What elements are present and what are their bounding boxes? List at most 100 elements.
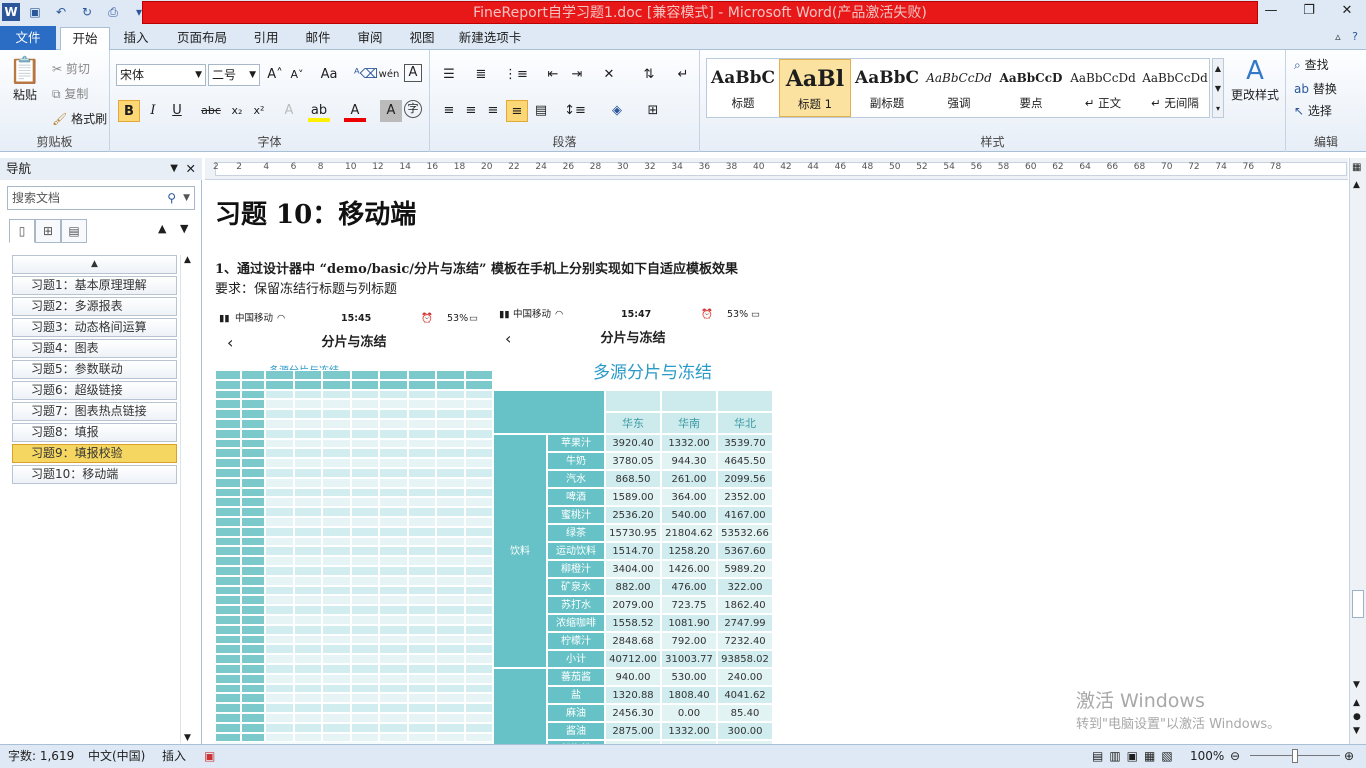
bold-icon[interactable]: B xyxy=(118,100,140,122)
nav-heading-1[interactable]: 习题1：基本原理理解 xyxy=(12,276,177,295)
tab-file[interactable]: 文件 xyxy=(0,26,56,50)
style-subtitle[interactable]: AaBbC 副标题 xyxy=(851,59,923,117)
nav-heading-9[interactable]: 习题9：填报校验 xyxy=(12,444,177,463)
style-no-spacing[interactable]: AaBbCcDd ↵ 无间隔 xyxy=(1139,59,1211,117)
format-painter-button[interactable]: 🖌 格式刷 xyxy=(52,110,107,127)
vertical-scrollbar[interactable]: ▦ ▲ ▼ ▲ ● ▼ xyxy=(1349,158,1366,744)
sort-icon[interactable]: ⇅ xyxy=(638,64,660,86)
justify-icon[interactable]: ≡ xyxy=(506,100,528,122)
subscript-icon[interactable]: x₂ xyxy=(226,100,248,122)
change-case-icon[interactable]: Aa xyxy=(318,64,340,86)
minimize-icon[interactable]: — xyxy=(1252,0,1290,24)
nav-heading-5[interactable]: 习题5：参数联动 xyxy=(12,360,177,379)
nav-heading-7[interactable]: 习题7：图表热点链接 xyxy=(12,402,177,421)
scroll-thumb[interactable] xyxy=(1352,590,1364,618)
strikethrough-icon[interactable]: abc xyxy=(200,100,222,122)
change-styles-button[interactable]: A 更改样式 xyxy=(1228,56,1282,103)
paste-button[interactable]: 📋 粘贴 xyxy=(8,56,42,103)
distribute-icon[interactable]: ▤ xyxy=(530,100,552,122)
font-name-select[interactable]: 宋体 ▼ xyxy=(116,64,206,86)
pages-view-icon[interactable]: ⊞ xyxy=(35,219,61,243)
save-icon[interactable]: ▣ xyxy=(24,2,46,22)
results-view-icon[interactable]: ▤ xyxy=(61,219,87,243)
multilevel-list-icon[interactable]: ⋮≡ xyxy=(504,64,528,86)
style-gallery-scroll[interactable]: ▲ ▼ ▾ xyxy=(1212,58,1224,118)
char-border-icon[interactable]: A xyxy=(404,64,422,82)
previous-heading-icon[interactable]: ▲ xyxy=(158,222,166,235)
numbering-icon[interactable]: ≣ xyxy=(470,64,492,86)
navigation-scrollbar[interactable]: ▲ ▼ xyxy=(180,255,196,743)
close-icon[interactable]: ✕ xyxy=(186,158,196,180)
shading-icon[interactable]: ◈ xyxy=(606,100,628,122)
style-title[interactable]: AaBbC 标题 xyxy=(707,59,779,117)
zoom-slider-thumb[interactable] xyxy=(1292,749,1298,763)
nav-heading-2[interactable]: 习题2：多源报表 xyxy=(12,297,177,316)
replace-button[interactable]: ab 替换 xyxy=(1294,80,1337,97)
tab-mailings[interactable]: 邮件 xyxy=(296,27,340,50)
find-button[interactable]: ⌕ 查找 xyxy=(1294,56,1329,73)
style-heading-1[interactable]: AaBl 标题 1 xyxy=(779,59,851,117)
tab-new[interactable]: 新建选项卡 xyxy=(452,27,528,50)
macro-record-icon[interactable]: ▣ xyxy=(204,745,215,767)
browse-object-icon[interactable]: ● xyxy=(1353,712,1361,722)
style-emphasis[interactable]: AaBbCcDd 强调 xyxy=(923,59,995,117)
align-left-icon[interactable]: ≡ xyxy=(438,100,460,122)
borders-icon[interactable]: ⊞ xyxy=(642,100,664,122)
close-icon[interactable]: ✕ xyxy=(1328,0,1366,24)
zoom-out-icon[interactable]: ⊖ xyxy=(1230,745,1240,767)
superscript-icon[interactable]: x² xyxy=(248,100,270,122)
tab-review[interactable]: 审阅 xyxy=(348,27,392,50)
select-button[interactable]: ↖ 选择 xyxy=(1294,102,1332,119)
shrink-font-icon[interactable]: A˅ xyxy=(286,64,308,86)
help-icon[interactable]: ? xyxy=(1352,30,1358,43)
chinese-layout-icon[interactable]: ✕ xyxy=(598,64,620,86)
zoom-level[interactable]: 100% xyxy=(1190,745,1224,767)
char-shading-icon[interactable]: A xyxy=(380,100,402,122)
search-input[interactable]: 搜索文档 ⚲ ▼ xyxy=(7,186,195,210)
insert-mode[interactable]: 插入 xyxy=(162,745,186,767)
chevron-up-icon[interactable]: ▲ xyxy=(1353,180,1360,190)
copy-button[interactable]: ⧉ 复制 xyxy=(52,85,88,102)
line-spacing-icon[interactable]: ↕≡ xyxy=(564,100,586,122)
view-buttons[interactable]: ▤▥▣▦▧ xyxy=(1092,745,1179,767)
chevron-down-icon[interactable]: ▼ xyxy=(183,187,190,209)
next-heading-icon[interactable]: ▼ xyxy=(180,222,188,235)
show-marks-icon[interactable]: ↵ xyxy=(672,64,694,86)
tab-page-layout[interactable]: 页面布局 xyxy=(170,27,234,50)
font-size-select[interactable]: 二号 ▼ xyxy=(208,64,260,86)
nav-heading-4[interactable]: 习题4：图表 xyxy=(12,339,177,358)
minimize-ribbon-icon[interactable]: ▵ xyxy=(1335,30,1341,43)
style-normal[interactable]: AaBbCcDd ↵ 正文 xyxy=(1067,59,1139,117)
font-color-icon[interactable]: A xyxy=(344,100,366,122)
enclose-char-icon[interactable]: 字 xyxy=(404,100,422,118)
highlight-icon[interactable]: ab xyxy=(308,100,330,122)
grow-font-icon[interactable]: A˄ xyxy=(264,64,286,86)
decrease-indent-icon[interactable]: ⇤ xyxy=(542,64,564,86)
headings-view-icon[interactable]: ▯ xyxy=(9,219,35,243)
nav-heading-3[interactable]: 习题3：动态格间运算 xyxy=(12,318,177,337)
ruler-toggle-icon[interactable]: ▦ xyxy=(1352,162,1361,173)
nav-heading-10[interactable]: 习题10：移动端 xyxy=(12,465,177,484)
text-effects-icon[interactable]: A xyxy=(278,100,300,122)
collapse-heading-icon[interactable]: ▲ xyxy=(12,255,177,274)
redo-icon[interactable]: ↻ xyxy=(76,2,98,22)
align-center-icon[interactable]: ≡ xyxy=(460,100,482,122)
tab-insert[interactable]: 插入 xyxy=(114,27,158,50)
word-count[interactable]: 字数: 1,619 xyxy=(8,745,74,767)
style-strong[interactable]: AaBbCcD 要点 xyxy=(995,59,1067,117)
chevron-down-icon[interactable]: ▼ xyxy=(184,733,191,743)
search-icon[interactable]: ⚲ xyxy=(167,187,176,209)
bullets-icon[interactable]: ☰ xyxy=(438,64,460,86)
cut-button[interactable]: ✂ 剪切 xyxy=(52,60,90,77)
nav-heading-6[interactable]: 习题6：超级链接 xyxy=(12,381,177,400)
chevron-down-icon[interactable]: ▼ xyxy=(170,158,178,180)
tab-view[interactable]: 视图 xyxy=(400,27,444,50)
document-area[interactable]: 习题 10：移动端 1、通过设计器中 “demo/basic/分片与冻结” 模板… xyxy=(205,180,1348,744)
chevron-up-icon[interactable]: ▲ xyxy=(184,255,191,265)
nav-heading-8[interactable]: 习题8：填报 xyxy=(12,423,177,442)
align-right-icon[interactable]: ≡ xyxy=(482,100,504,122)
chevron-down-icon[interactable]: ▼ xyxy=(1353,680,1360,690)
tab-references[interactable]: 引用 xyxy=(244,27,288,50)
next-page-icon[interactable]: ▼ xyxy=(1353,726,1360,736)
restore-icon[interactable]: ❐ xyxy=(1290,0,1328,24)
